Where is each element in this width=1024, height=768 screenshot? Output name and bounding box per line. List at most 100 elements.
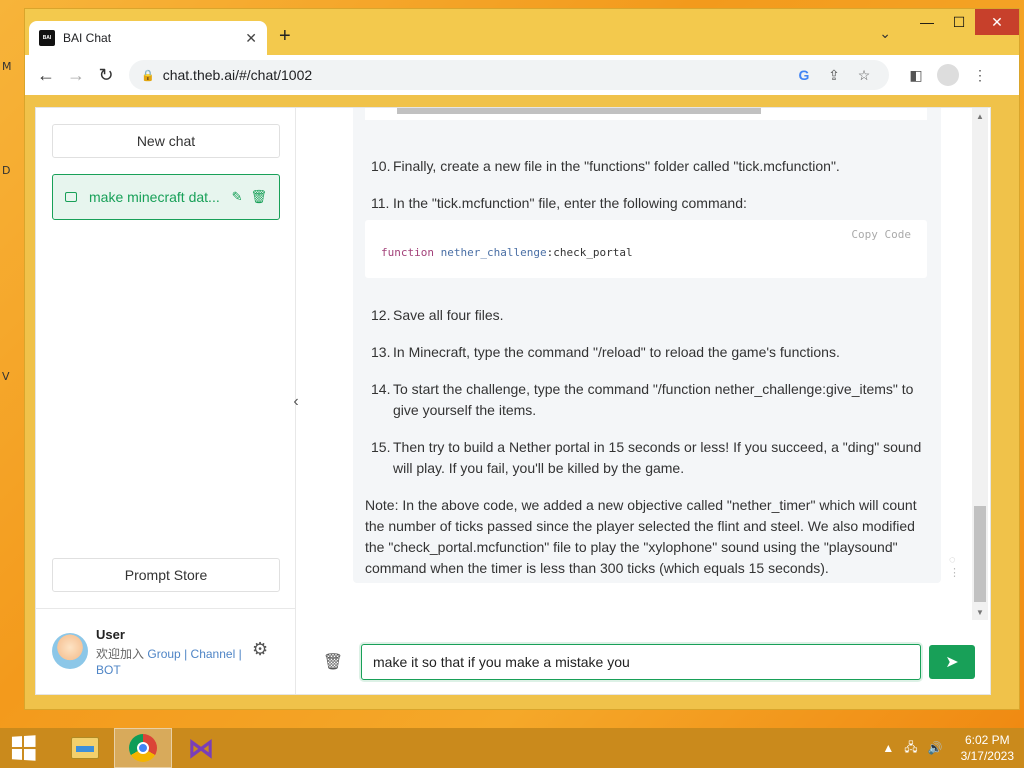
separator: | xyxy=(184,647,188,661)
desktop-icon-label: V xyxy=(2,370,10,383)
send-icon: ➤ xyxy=(945,654,959,671)
address-bar[interactable]: 🔒 chat.theb.ai/#/chat/1002 G ⇪ ☆ xyxy=(129,60,889,90)
list-item: 12. Save all four files. xyxy=(371,305,923,326)
note-line: the "check_portal.mcfunction" file to pl… xyxy=(365,539,898,555)
windows-logo-icon xyxy=(11,735,36,761)
system-tray: ▲ 🖧 🔊 6:02 PM 3/17/2023 xyxy=(882,728,1014,768)
tab-title: BAI Chat xyxy=(63,31,112,45)
more-options-icon[interactable]: ⋮ xyxy=(949,566,960,579)
share-icon[interactable]: ⇪ xyxy=(821,62,847,88)
list-text: To start the challenge, type the command… xyxy=(393,381,914,397)
browser-toolbar: ← → ↻ 🔒 chat.theb.ai/#/chat/1002 G ⇪ ☆ ◧… xyxy=(25,55,1019,95)
browser-tab[interactable]: BAI BAI Chat ✕ xyxy=(29,21,267,55)
sidebar: New chat make minecraft dat... ✎ 🗑 Promp… xyxy=(36,108,296,694)
window-controls: — ☐ ✕ xyxy=(911,9,1019,35)
note-line: command when the timer is less than 300 … xyxy=(365,560,829,576)
reload-button[interactable]: ↻ xyxy=(91,60,121,90)
list-item: 14. To start the challenge, type the comm… xyxy=(371,379,923,421)
taskbar: ⋈ ▲ 🖧 🔊 6:02 PM 3/17/2023 xyxy=(0,728,1024,768)
bookmark-star-icon[interactable]: ☆ xyxy=(851,62,877,88)
list-number: 13. xyxy=(371,344,391,360)
browser-menu-icon[interactable]: ⋮ xyxy=(967,62,993,88)
list-item: 15. Then try to build a Nether portal in … xyxy=(371,437,923,479)
desktop-icon-label: M xyxy=(2,60,12,73)
code-block-scrollbar[interactable] xyxy=(365,108,927,120)
scroll-down-arrow-icon[interactable]: ▼ xyxy=(976,608,984,617)
user-name: User xyxy=(96,627,125,642)
note-line: Note: In the above code, we added a new … xyxy=(365,497,917,513)
list-number: 11. xyxy=(371,195,390,211)
list-item: 10. Finally, create a new file in the "fu… xyxy=(371,156,923,177)
web-page: New chat make minecraft dat... ✎ 🗑 Promp… xyxy=(35,107,991,695)
list-text: In Minecraft, type the command "/reload"… xyxy=(393,344,840,360)
back-button[interactable]: ← xyxy=(31,60,61,90)
clock[interactable]: 6:02 PM 3/17/2023 xyxy=(961,732,1014,764)
show-hidden-icons-icon[interactable]: ▲ xyxy=(882,741,894,755)
code-scroll-thumb[interactable] xyxy=(397,108,761,114)
list-text: Save all four files. xyxy=(393,307,504,323)
network-icon[interactable]: 🖧 xyxy=(904,738,917,759)
code-rest: :check_portal xyxy=(546,246,633,259)
code-text: function nether_challenge:check_portal xyxy=(381,246,633,259)
note-paragraph: Note: In the above code, we added a new … xyxy=(365,495,925,579)
new-chat-button[interactable]: New chat xyxy=(52,124,280,158)
copy-code-button[interactable]: Copy Code xyxy=(851,228,911,241)
tab-close-icon[interactable]: ✕ xyxy=(245,30,257,47)
list-text-continuation: will play. If you fail, you'll be killed… xyxy=(393,460,685,476)
taskbar-chrome[interactable] xyxy=(114,728,172,768)
clock-date: 3/17/2023 xyxy=(960,749,1014,763)
google-icon[interactable]: G xyxy=(791,62,817,88)
visual-studio-icon: ⋈ xyxy=(188,732,214,763)
send-button[interactable]: ➤ xyxy=(929,645,975,679)
settings-gear-icon[interactable]: ⚙ xyxy=(252,639,268,676)
sidebar-item-conversation[interactable]: make minecraft dat... ✎ 🗑 xyxy=(52,174,280,220)
message-tools: ◌ ⋮ xyxy=(949,554,960,579)
chat-input[interactable] xyxy=(361,644,921,680)
side-panel-icon[interactable]: ◧ xyxy=(903,62,929,88)
list-item: 13. In Minecraft, type the command "/relo… xyxy=(371,342,923,363)
lock-icon[interactable]: 🔒 xyxy=(141,69,155,82)
clock-time: 6:02 PM xyxy=(964,733,1010,747)
url-text[interactable]: chat.theb.ai/#/chat/1002 xyxy=(163,67,787,83)
list-number: 12. xyxy=(371,307,391,323)
scroll-up-arrow-icon[interactable]: ▲ xyxy=(976,112,984,121)
separator: | xyxy=(238,647,242,661)
desktop-icon-label: D xyxy=(2,164,11,177)
list-text: Finally, create a new file in the "funct… xyxy=(393,158,840,174)
regenerate-icon[interactable]: ◌ xyxy=(949,554,960,566)
forward-button[interactable]: → xyxy=(61,60,91,90)
list-number: 14. xyxy=(371,381,391,397)
chat-bubble-icon xyxy=(65,192,77,202)
scroll-thumb[interactable] xyxy=(974,506,986,602)
maximize-button[interactable]: ☐ xyxy=(943,9,975,35)
start-button[interactable] xyxy=(0,728,46,768)
profile-icon xyxy=(937,64,959,86)
group-link[interactable]: Group xyxy=(147,647,180,661)
list-number: 15. xyxy=(371,439,391,455)
list-text: In the "tick.mcfunction" file, enter the… xyxy=(393,195,747,211)
welcome-text: 欢迎加入 xyxy=(96,647,145,661)
conversation-title: make minecraft dat... xyxy=(89,189,220,205)
close-window-button[interactable]: ✕ xyxy=(975,9,1019,35)
new-tab-button[interactable]: + xyxy=(279,25,291,48)
user-description: 欢迎加入 Group | Channel | BOT xyxy=(96,646,246,678)
profile-button[interactable] xyxy=(935,62,961,88)
chat-input-area: 🗑 ➤ xyxy=(297,628,990,696)
delete-conversation-icon[interactable]: 🗑 xyxy=(250,189,267,205)
taskbar-visual-studio[interactable]: ⋈ xyxy=(172,728,230,768)
code-block: Copy Code function nether_challenge:chec… xyxy=(365,220,927,278)
minimize-button[interactable]: — xyxy=(911,9,943,35)
chat-main: 10. Finally, create a new file in the "fu… xyxy=(297,108,990,694)
prompt-store-button[interactable]: Prompt Store xyxy=(52,558,280,592)
clear-chat-trash-icon[interactable]: 🗑 xyxy=(323,652,343,672)
chat-scrollbar[interactable]: ▲ ▼ xyxy=(972,108,988,620)
edit-icon[interactable]: ✎ xyxy=(232,189,243,205)
chrome-icon xyxy=(129,734,157,762)
taskbar-file-explorer[interactable] xyxy=(56,728,114,768)
tab-search-chevron-icon[interactable]: ⌄ xyxy=(879,25,891,42)
channel-link[interactable]: Channel xyxy=(191,647,236,661)
bot-link[interactable]: BOT xyxy=(96,663,121,677)
browser-window: BAI BAI Chat ✕ + ⌄ — ☐ ✕ ← → ↻ 🔒 chat.th… xyxy=(24,8,1020,710)
list-text-continuation: give yourself the items. xyxy=(393,402,537,418)
volume-icon[interactable]: 🔊 xyxy=(928,741,943,755)
